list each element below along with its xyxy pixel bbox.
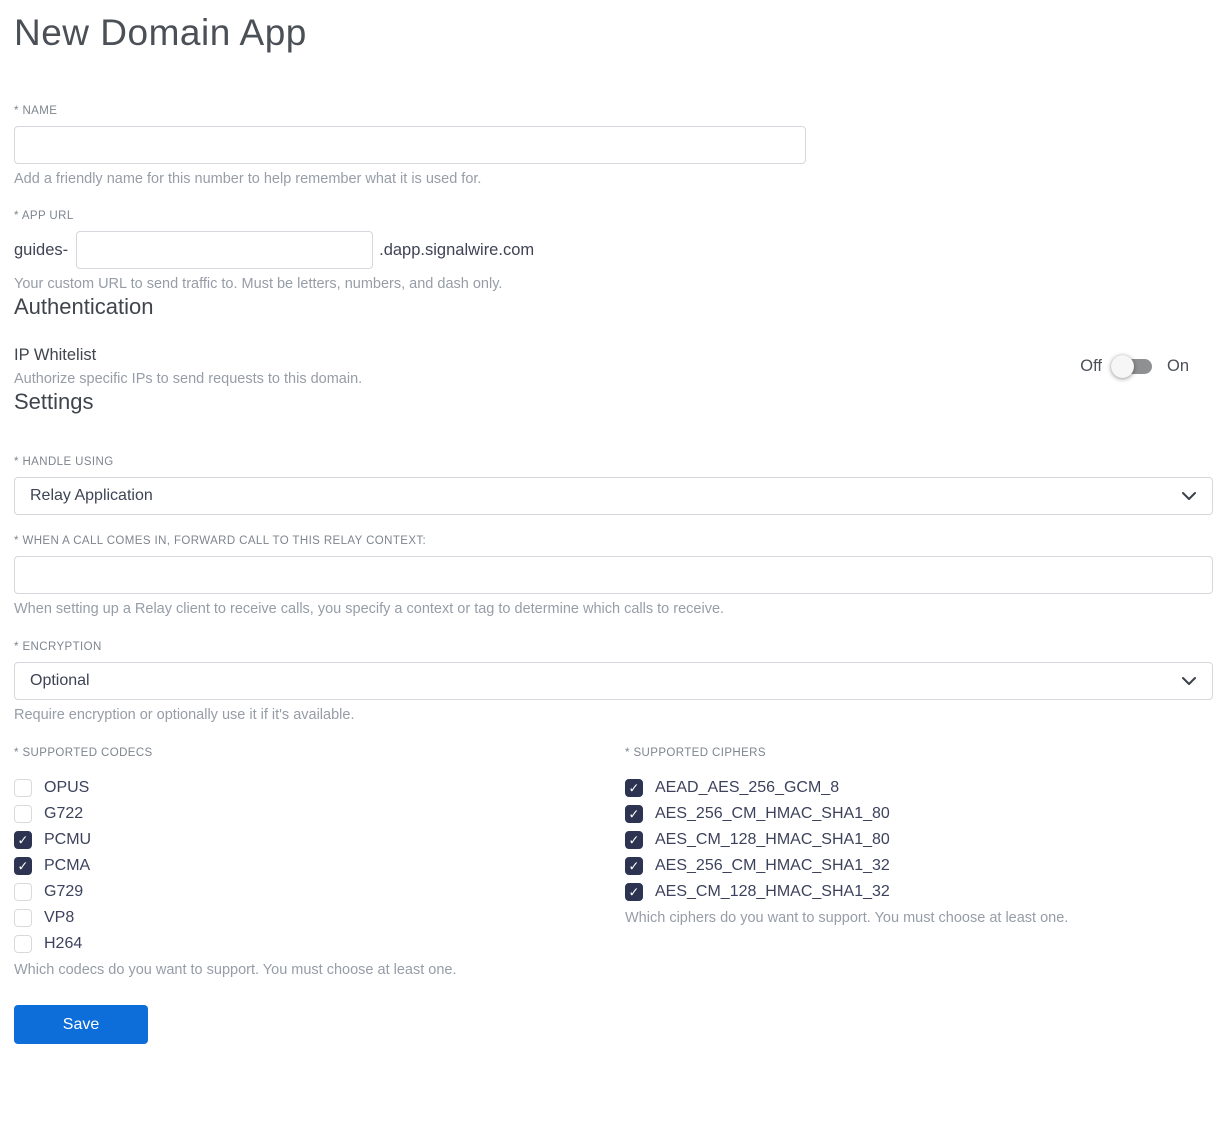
cipher-option-aes-256-cm-hmac-sha1-80[interactable]: AES_256_CM_HMAC_SHA1_80	[625, 801, 1213, 827]
codec-option-label: G722	[44, 805, 84, 822]
checkbox-icon	[14, 909, 32, 927]
cipher-option-label: AES_256_CM_HMAC_SHA1_80	[655, 805, 890, 822]
new-domain-app-page: New Domain App * NAME Add a friendly nam…	[0, 0, 1230, 1058]
name-input[interactable]	[14, 126, 806, 164]
toggle-off-label: Off	[1080, 357, 1102, 375]
checkbox-icon	[14, 935, 32, 953]
save-button[interactable]: Save	[14, 1005, 148, 1044]
name-helper-text: Add a friendly name for this number to h…	[14, 171, 482, 187]
checkbox-icon	[14, 805, 32, 823]
cipher-option-label: AES_256_CM_HMAC_SHA1_32	[655, 857, 890, 874]
encryption-value: Optional	[30, 672, 90, 689]
ciphers-list: AEAD_AES_256_GCM_8 AES_256_CM_HMAC_SHA1_…	[625, 775, 1213, 905]
cipher-option-aes-cm-128-hmac-sha1-80[interactable]: AES_CM_128_HMAC_SHA1_80	[625, 827, 1213, 853]
encryption-select[interactable]: Optional	[14, 662, 1213, 700]
codecs-helper-text: Which codecs do you want to support. You…	[14, 962, 457, 978]
cipher-option-label: AES_CM_128_HMAC_SHA1_80	[655, 831, 890, 848]
relay-context-input[interactable]	[14, 556, 1213, 594]
codec-option-h264[interactable]: H264	[14, 931, 625, 957]
checkbox-icon	[625, 779, 643, 797]
ip-whitelist-row: IP Whitelist Authorize specific IPs to s…	[14, 345, 1213, 388]
cipher-option-label: AEAD_AES_256_GCM_8	[655, 779, 840, 796]
codec-option-g729[interactable]: G729	[14, 879, 625, 905]
ip-whitelist-toggle[interactable]: Off On	[1080, 355, 1189, 378]
codec-option-vp8[interactable]: VP8	[14, 905, 625, 931]
cipher-option-label: AES_CM_128_HMAC_SHA1_32	[655, 883, 890, 900]
settings-heading: Settings	[14, 389, 94, 414]
codec-option-label: G729	[44, 883, 84, 900]
checkbox-icon	[625, 805, 643, 823]
authentication-heading: Authentication	[14, 294, 154, 319]
codec-option-label: PCMU	[44, 831, 92, 848]
app-url-suffix: .dapp.signalwire.com	[379, 240, 535, 259]
checkbox-icon	[14, 779, 32, 797]
cipher-option-aead-aes-256-gcm-8[interactable]: AEAD_AES_256_GCM_8	[625, 775, 1213, 801]
ip-whitelist-text: IP Whitelist Authorize specific IPs to s…	[14, 345, 362, 388]
toggle-switch-icon[interactable]	[1110, 355, 1152, 378]
ip-whitelist-helper-text: Authorize specific IPs to send requests …	[14, 371, 363, 387]
toggle-on-label: On	[1166, 357, 1189, 375]
checkbox-icon	[14, 857, 32, 875]
checkbox-icon	[625, 857, 643, 875]
app-url-helper-text: Your custom URL to send traffic to. Must…	[14, 276, 503, 292]
name-field-group: * NAME Add a friendly name for this numb…	[14, 105, 1213, 188]
chevron-down-icon	[1182, 677, 1196, 686]
app-url-row: guides- .dapp.signalwire.com	[14, 231, 1213, 269]
toggle-thumb[interactable]	[1110, 355, 1134, 378]
app-url-prefix: guides-	[14, 240, 69, 259]
codec-option-label: PCMA	[44, 857, 91, 874]
codec-option-label: H264	[44, 935, 83, 952]
checkbox-icon	[14, 831, 32, 849]
supported-codecs-label: * SUPPORTED CODECS	[14, 747, 153, 759]
codecs-ciphers-columns: * SUPPORTED CODECS OPUS G722 PCMU PCMA	[14, 747, 1213, 979]
handle-using-label: * HANDLE USING	[14, 456, 114, 468]
checkbox-icon	[625, 831, 643, 849]
supported-ciphers-group: * SUPPORTED CIPHERS AEAD_AES_256_GCM_8 A…	[625, 747, 1213, 979]
codecs-list: OPUS G722 PCMU PCMA G729	[14, 775, 625, 957]
relay-context-field-group: * WHEN A CALL COMES IN, FORWARD CALL TO …	[14, 535, 1213, 618]
app-url-label: * APP URL	[14, 210, 74, 222]
handle-using-field-group: * HANDLE USING Relay Application	[14, 456, 1213, 515]
handle-using-value: Relay Application	[30, 487, 153, 504]
chevron-down-icon	[1182, 492, 1196, 501]
codec-option-pcma[interactable]: PCMA	[14, 853, 625, 879]
page-title: New Domain App	[14, 12, 307, 53]
encryption-field-group: * ENCRYPTION Optional Require encryption…	[14, 641, 1213, 724]
name-label: * NAME	[14, 105, 58, 117]
codec-option-opus[interactable]: OPUS	[14, 775, 625, 801]
supported-codecs-group: * SUPPORTED CODECS OPUS G722 PCMU PCMA	[14, 747, 625, 979]
relay-context-helper-text: When setting up a Relay client to receiv…	[14, 601, 725, 617]
codec-option-g722[interactable]: G722	[14, 801, 625, 827]
app-url-field-group: * APP URL guides- .dapp.signalwire.com Y…	[14, 210, 1213, 293]
codec-option-label: VP8	[44, 909, 75, 926]
app-url-input[interactable]	[76, 231, 374, 269]
relay-context-label: * WHEN A CALL COMES IN, FORWARD CALL TO …	[14, 535, 427, 547]
encryption-helper-text: Require encryption or optionally use it …	[14, 707, 355, 723]
ciphers-helper-text: Which ciphers do you want to support. Yo…	[625, 910, 1069, 926]
cipher-option-aes-cm-128-hmac-sha1-32[interactable]: AES_CM_128_HMAC_SHA1_32	[625, 879, 1213, 905]
checkbox-icon	[14, 883, 32, 901]
codec-option-label: OPUS	[44, 779, 90, 796]
checkbox-icon	[625, 883, 643, 901]
encryption-label: * ENCRYPTION	[14, 641, 102, 653]
codec-option-pcmu[interactable]: PCMU	[14, 827, 625, 853]
ip-whitelist-label: IP Whitelist	[14, 346, 97, 364]
supported-ciphers-label: * SUPPORTED CIPHERS	[625, 747, 766, 759]
cipher-option-aes-256-cm-hmac-sha1-32[interactable]: AES_256_CM_HMAC_SHA1_32	[625, 853, 1213, 879]
handle-using-select[interactable]: Relay Application	[14, 477, 1213, 515]
